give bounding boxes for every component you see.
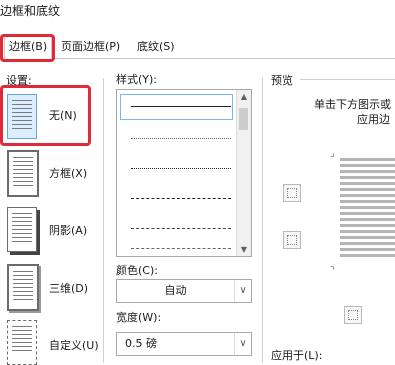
setting-box-icon[interactable] xyxy=(7,150,39,197)
line-style-dash-dot[interactable] xyxy=(131,228,231,229)
line-style-dashed[interactable] xyxy=(131,198,231,199)
scroll-thumb[interactable] xyxy=(239,108,248,130)
color-dropdown[interactable]: 自动 ∨ xyxy=(116,279,252,303)
line-style-selected[interactable] xyxy=(120,94,233,120)
scroll-up-icon[interactable]: ▲ xyxy=(237,92,251,101)
border-middle-button[interactable] xyxy=(283,231,301,249)
line-style-solid[interactable] xyxy=(131,106,231,107)
line-style-dotted[interactable] xyxy=(131,168,231,169)
color-value: 自动 xyxy=(164,284,187,297)
line-style-list[interactable]: ▲ ▼ xyxy=(116,89,252,257)
setting-shadow-icon[interactable] xyxy=(7,207,37,252)
tab-shading[interactable]: 底纹(S) xyxy=(132,36,180,58)
width-value: 0.5 磅 xyxy=(125,337,157,350)
preview-text-lines xyxy=(340,158,395,260)
line-style-scrollbar[interactable]: ▲ ▼ xyxy=(236,90,251,256)
tab-highlight-box xyxy=(0,34,55,62)
border-top-button[interactable] xyxy=(283,184,301,202)
width-dropdown[interactable]: 0.5 磅 ∨ xyxy=(116,332,252,356)
setting-box-label[interactable]: 方框(X) xyxy=(49,165,87,181)
preview-hint-1: 单击下方图示或 xyxy=(314,98,391,111)
setting-3d-icon[interactable] xyxy=(7,264,39,311)
border-left-button[interactable] xyxy=(344,306,362,324)
style-label: 样式(Y): xyxy=(116,73,158,86)
chevron-down-icon[interactable]: ∨ xyxy=(234,280,251,302)
preview-divider xyxy=(262,78,263,363)
setting-3d-label[interactable]: 三维(D) xyxy=(49,280,88,296)
preview-label: 预览 xyxy=(271,74,293,87)
setting-highlight-box xyxy=(0,85,91,146)
scroll-down-icon[interactable]: ▼ xyxy=(237,245,251,254)
preview-hint-2: 应用边 xyxy=(357,113,390,126)
dialog-title: 边框和底纹 xyxy=(0,4,61,18)
preview-corner-bottom: ⌝ xyxy=(330,266,335,277)
line-style-dash-dot-dot[interactable] xyxy=(131,248,231,249)
apply-to-label: 应用于(L): xyxy=(271,349,323,362)
setting-shadow-label[interactable]: 阴影(A) xyxy=(49,222,87,238)
preview-corner-top: ⌟ xyxy=(330,148,335,159)
tab-bar: 边框(B) 页面边框(P) 底纹(S) xyxy=(0,36,395,59)
preview-group-line xyxy=(300,79,395,80)
setting-custom-label[interactable]: 自定义(U) xyxy=(49,337,99,353)
color-label: 颜色(C): xyxy=(116,264,158,277)
settings-divider xyxy=(103,78,104,363)
setting-custom-icon[interactable] xyxy=(7,320,37,365)
chevron-down-icon[interactable]: ∨ xyxy=(234,333,251,355)
width-label: 宽度(W): xyxy=(116,311,162,324)
line-style-dotted-fine[interactable] xyxy=(131,138,231,139)
tab-page-border[interactable]: 页面边框(P) xyxy=(56,36,125,58)
